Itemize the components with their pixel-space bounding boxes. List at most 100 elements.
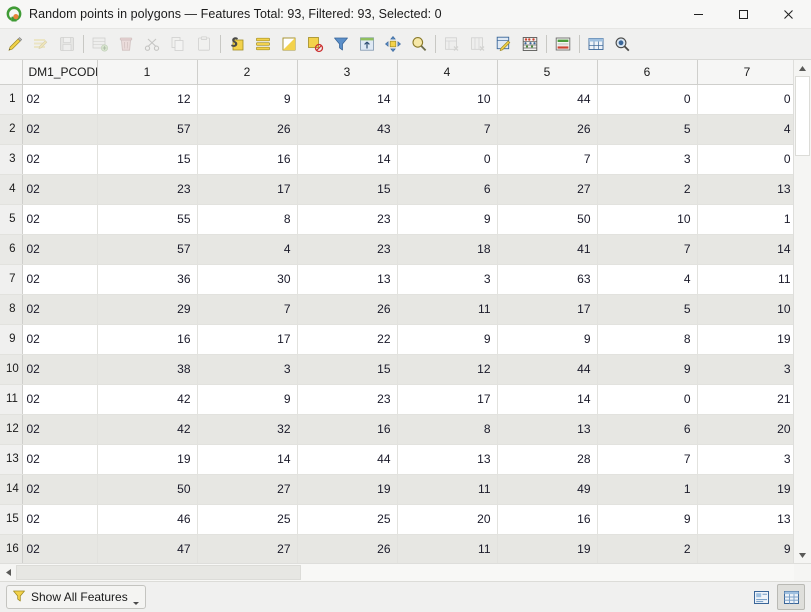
- cell-col-4[interactable]: 11: [397, 474, 498, 505]
- cell-pcode[interactable]: 02: [22, 204, 98, 235]
- cell-pcode[interactable]: 02: [22, 294, 98, 325]
- cell-col-7[interactable]: 9: [697, 534, 793, 563]
- cell-col-4[interactable]: 10: [397, 84, 498, 115]
- horizontal-scrollbar[interactable]: [0, 563, 811, 581]
- cell-col-1[interactable]: 47: [97, 534, 198, 563]
- cell-col-1[interactable]: 55: [97, 204, 198, 235]
- table-row[interactable]: 15 02 46 25 25 20 16 9 13: [0, 504, 793, 535]
- cell-col-5[interactable]: 28: [497, 444, 598, 475]
- vertical-scroll-thumb[interactable]: [795, 76, 810, 156]
- cell-col-6[interactable]: 7: [597, 234, 698, 265]
- column-header-1[interactable]: 1: [97, 60, 198, 85]
- cell-pcode[interactable]: 02: [22, 234, 98, 265]
- cell-col-6[interactable]: 0: [597, 84, 698, 115]
- row-number[interactable]: 15: [0, 504, 23, 535]
- cell-col-2[interactable]: 32: [197, 414, 298, 445]
- zoom-to-selection-icon[interactable]: [406, 31, 432, 57]
- scroll-left-arrow-icon[interactable]: [0, 564, 16, 581]
- column-header-7[interactable]: 7: [697, 60, 793, 85]
- cell-col-4[interactable]: 11: [397, 534, 498, 563]
- table-row[interactable]: 8 02 29 7 26 11 17 5 10: [0, 294, 793, 325]
- cell-col-7[interactable]: 10: [697, 294, 793, 325]
- select-all-corner[interactable]: [0, 60, 23, 85]
- move-selection-to-top-icon[interactable]: [354, 31, 380, 57]
- table-row[interactable]: 16 02 47 27 26 11 19 2 9: [0, 534, 793, 563]
- table-row[interactable]: 9 02 16 17 22 9 9 8 19: [0, 324, 793, 355]
- cell-pcode[interactable]: 02: [22, 414, 98, 445]
- cell-pcode[interactable]: 02: [22, 174, 98, 205]
- cell-col-6[interactable]: 2: [597, 174, 698, 205]
- cell-pcode[interactable]: 02: [22, 504, 98, 535]
- cell-col-2[interactable]: 14: [197, 444, 298, 475]
- cell-col-5[interactable]: 19: [497, 534, 598, 563]
- cell-col-4[interactable]: 13: [397, 444, 498, 475]
- cell-col-2[interactable]: 27: [197, 534, 298, 563]
- column-header-5[interactable]: 5: [497, 60, 598, 85]
- row-number[interactable]: 8: [0, 294, 23, 325]
- table-view-button[interactable]: [777, 584, 805, 610]
- cell-col-5[interactable]: 14: [497, 384, 598, 415]
- horizontal-scroll-thumb[interactable]: [16, 565, 301, 580]
- cell-col-1[interactable]: 19: [97, 444, 198, 475]
- cell-col-4[interactable]: 9: [397, 204, 498, 235]
- vertical-scrollbar[interactable]: [793, 60, 811, 563]
- organize-columns-icon[interactable]: [583, 31, 609, 57]
- cell-col-6[interactable]: 5: [597, 114, 698, 145]
- cell-pcode[interactable]: 02: [22, 444, 98, 475]
- cell-col-4[interactable]: 9: [397, 324, 498, 355]
- cell-col-3[interactable]: 23: [297, 204, 398, 235]
- row-number[interactable]: 16: [0, 534, 23, 563]
- cell-col-6[interactable]: 2: [597, 534, 698, 563]
- cell-col-3[interactable]: 22: [297, 324, 398, 355]
- cell-col-3[interactable]: 25: [297, 504, 398, 535]
- cell-col-6[interactable]: 0: [597, 384, 698, 415]
- cell-col-4[interactable]: 20: [397, 504, 498, 535]
- cell-col-7[interactable]: 4: [697, 114, 793, 145]
- cell-col-3[interactable]: 23: [297, 384, 398, 415]
- cell-col-3[interactable]: 43: [297, 114, 398, 145]
- select-all-icon[interactable]: [250, 31, 276, 57]
- multi-edit-icon[interactable]: [28, 31, 54, 57]
- cell-col-7[interactable]: 19: [697, 474, 793, 505]
- cell-col-6[interactable]: 4: [597, 264, 698, 295]
- delete-selected-icon[interactable]: [439, 31, 465, 57]
- cell-col-1[interactable]: 12: [97, 84, 198, 115]
- table-row[interactable]: 11 02 42 9 23 17 14 0 21: [0, 384, 793, 415]
- row-number[interactable]: 13: [0, 444, 23, 475]
- cell-col-7[interactable]: 13: [697, 174, 793, 205]
- cell-col-7[interactable]: 1: [697, 204, 793, 235]
- row-number[interactable]: 2: [0, 114, 23, 145]
- cell-col-2[interactable]: 4: [197, 234, 298, 265]
- cell-col-5[interactable]: 41: [497, 234, 598, 265]
- cell-col-2[interactable]: 9: [197, 384, 298, 415]
- cell-pcode[interactable]: 02: [22, 384, 98, 415]
- cell-col-5[interactable]: 44: [497, 84, 598, 115]
- column-header-4[interactable]: 4: [397, 60, 498, 85]
- cell-col-5[interactable]: 27: [497, 174, 598, 205]
- cell-col-7[interactable]: 19: [697, 324, 793, 355]
- cell-col-1[interactable]: 46: [97, 504, 198, 535]
- cell-pcode[interactable]: 02: [22, 474, 98, 505]
- row-number[interactable]: 1: [0, 84, 23, 115]
- cell-col-4[interactable]: 3: [397, 264, 498, 295]
- filter-selection-icon[interactable]: [328, 31, 354, 57]
- cell-col-4[interactable]: 12: [397, 354, 498, 385]
- cell-col-3[interactable]: 26: [297, 294, 398, 325]
- table-row[interactable]: 6 02 57 4 23 18 41 7 14: [0, 234, 793, 265]
- cell-col-3[interactable]: 14: [297, 84, 398, 115]
- cell-col-4[interactable]: 11: [397, 294, 498, 325]
- cell-pcode[interactable]: 02: [22, 144, 98, 175]
- attribute-grid[interactable]: DM1_PCODE 1 2 3 4 5 6 7 1 02 12 9 14 10 44 0 0 2 0…: [0, 60, 793, 563]
- cell-col-2[interactable]: 8: [197, 204, 298, 235]
- table-row[interactable]: 2 02 57 26 43 7 26 5 4: [0, 114, 793, 145]
- table-row[interactable]: 14 02 50 27 19 11 49 1 19: [0, 474, 793, 505]
- row-number[interactable]: 11: [0, 384, 23, 415]
- cell-col-3[interactable]: 44: [297, 444, 398, 475]
- table-row[interactable]: 3 02 15 16 14 0 7 3 0: [0, 144, 793, 175]
- invert-selection-icon[interactable]: [276, 31, 302, 57]
- cell-col-3[interactable]: 13: [297, 264, 398, 295]
- cell-col-5[interactable]: 44: [497, 354, 598, 385]
- row-number[interactable]: 14: [0, 474, 23, 505]
- cell-col-5[interactable]: 16: [497, 504, 598, 535]
- cell-pcode[interactable]: 02: [22, 354, 98, 385]
